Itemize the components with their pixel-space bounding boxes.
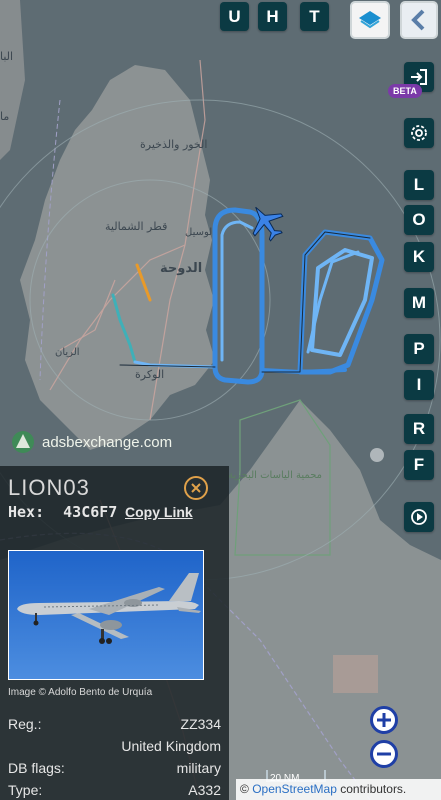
label-lusail: لوسيل xyxy=(185,227,212,238)
settings-button[interactable] xyxy=(404,118,434,148)
logo-text: adsbexchange.com xyxy=(42,433,173,451)
photo-credit: Image © Adolfo Bento de Urquía xyxy=(8,687,153,698)
hex-value: 43C6F7 xyxy=(63,503,118,521)
type-label: Type: xyxy=(8,782,43,798)
toolbar-button-u[interactable]: U xyxy=(220,2,249,31)
attribution-prefix: © xyxy=(240,782,253,796)
osm-link[interactable]: OpenStreetMap xyxy=(252,782,337,796)
reg-label: Reg.: xyxy=(8,716,42,732)
hex-label: Hex: xyxy=(8,503,45,521)
close-icon xyxy=(191,483,201,493)
zoom-in-button[interactable] xyxy=(370,706,398,734)
label-doha: الدوحة xyxy=(160,261,202,276)
label-reserve: محمية الياسات البحرية xyxy=(228,470,322,481)
attribution-suffix: contributors. xyxy=(336,782,407,796)
key-button-m[interactable]: M xyxy=(404,288,434,318)
replay-icon xyxy=(411,509,427,525)
label-rayyan: الريان xyxy=(55,347,80,358)
key-button-p[interactable]: P xyxy=(404,334,434,364)
minus-icon xyxy=(377,752,391,756)
key-button-k[interactable]: K xyxy=(404,242,434,272)
toolbar-button-t[interactable]: T xyxy=(300,2,329,31)
reg-value: ZZ334 xyxy=(180,716,221,732)
aircraft-info-panel: LION03 Hex: 43C6F7 Copy Link Image © Ado… xyxy=(0,466,229,800)
layers-icon xyxy=(359,11,381,29)
label-shamal: قطر الشمالية xyxy=(105,220,167,233)
replay-button[interactable] xyxy=(404,502,434,532)
label-zubarah: البا xyxy=(0,50,13,63)
logo-icon xyxy=(12,431,34,453)
desert-patch xyxy=(333,655,378,693)
label-ma: ما xyxy=(0,110,9,123)
type-value: A332 xyxy=(188,782,221,798)
zoom-out-button[interactable] xyxy=(370,740,398,768)
key-button-l[interactable]: L xyxy=(404,170,434,200)
aircraft-photo[interactable] xyxy=(8,550,204,680)
toolbar-button-h[interactable]: H xyxy=(258,2,287,31)
copy-link[interactable]: Copy Link xyxy=(125,504,193,520)
plus-icon xyxy=(377,713,391,727)
key-button-o[interactable]: O xyxy=(404,205,434,235)
key-button-i[interactable]: I xyxy=(404,370,434,400)
beta-badge: BETA xyxy=(388,84,422,98)
hex-row: Hex: 43C6F7 xyxy=(8,503,117,521)
country-value: United Kingdom xyxy=(121,738,221,754)
key-button-f[interactable]: F xyxy=(404,450,434,480)
callsign: LION03 xyxy=(8,475,90,500)
label-khor: الخور والذخيرة xyxy=(140,138,207,151)
dbflags-label: DB flags: xyxy=(8,760,65,776)
gear-icon xyxy=(411,125,427,141)
adsbexchange-logo: adsbexchange.com xyxy=(10,430,172,454)
map-marker xyxy=(370,448,384,462)
close-button[interactable] xyxy=(184,476,208,500)
layers-button[interactable] xyxy=(350,1,390,39)
aircraft-photo-image xyxy=(9,551,203,679)
map-attribution: © OpenStreetMap contributors. xyxy=(236,779,441,800)
dbflags-value: military xyxy=(176,760,221,776)
label-wakra: الوكرة xyxy=(135,368,164,381)
collapse-button[interactable] xyxy=(400,1,438,39)
key-button-r[interactable]: R xyxy=(404,414,434,444)
chevron-left-icon xyxy=(411,9,425,31)
